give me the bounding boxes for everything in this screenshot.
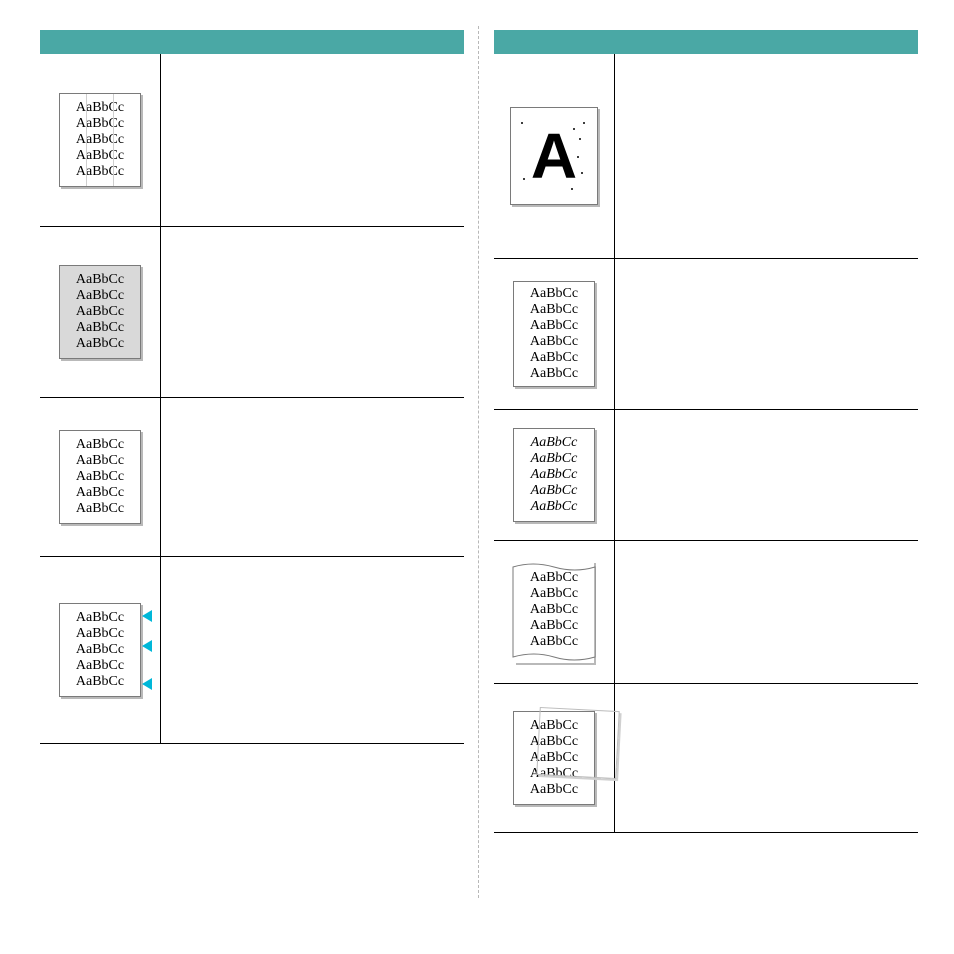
example-cell: AaBbCcAaBbCcAaBbCcAaBbCcAaBbCc	[494, 541, 615, 683]
right-table-body: AAaBbCcAaBbCcAaBbCcAaBbCcAaBbCcAaBbCcAaB…	[494, 54, 918, 833]
description-cell	[161, 557, 464, 743]
sample-text-line: AaBbCc	[530, 618, 578, 633]
table-row: AaBbCcAaBbCcAaBbCcAaBbCcAaBbCcAaBbCc	[494, 259, 918, 410]
sample-text-line: AaBbCc	[530, 766, 578, 782]
description-cell	[615, 54, 918, 258]
example-cell: AaBbCcAaBbCcAaBbCcAaBbCcAaBbCc	[494, 410, 615, 540]
example-cell: AaBbCcAaBbCcAaBbCcAaBbCcAaBbCc	[40, 557, 161, 743]
sample-text-line: AaBbCc	[530, 602, 578, 617]
swatch-dense: AaBbCcAaBbCcAaBbCcAaBbCcAaBbCcAaBbCc	[513, 281, 595, 387]
description-cell	[615, 684, 918, 832]
arrow-icon	[142, 678, 152, 690]
page-root: AaBbCcAaBbCcAaBbCcAaBbCcAaBbCcAaBbCcAaBb…	[0, 0, 954, 954]
swatch-gray-bg: AaBbCcAaBbCcAaBbCcAaBbCcAaBbCc	[59, 265, 141, 359]
swatch-wavy: AaBbCcAaBbCcAaBbCcAaBbCcAaBbCc	[514, 561, 594, 663]
sample-text-line: AaBbCc	[76, 132, 124, 148]
sample-text-line: AaBbCc	[530, 586, 578, 601]
table-row: AaBbCcAaBbCcAaBbCcAaBbCcAaBbCc	[494, 684, 918, 833]
sample-text-line: AaBbCc	[531, 499, 578, 515]
sample-text-line: AaBbCc	[76, 642, 124, 658]
sample-text-line: AaBbCc	[530, 782, 578, 798]
swatch-big-a: A	[510, 107, 598, 205]
swatch-italic: AaBbCcAaBbCcAaBbCcAaBbCcAaBbCc	[513, 428, 595, 522]
sample-text-line: AaBbCc	[530, 634, 578, 649]
sample-text-line: AaBbCc	[530, 570, 578, 585]
table-row: AaBbCcAaBbCcAaBbCcAaBbCcAaBbCc	[40, 54, 464, 227]
sample-text-line: AaBbCc	[530, 366, 578, 382]
description-cell	[161, 54, 464, 226]
table-row: AaBbCcAaBbCcAaBbCcAaBbCcAaBbCc	[494, 541, 918, 684]
big-letter: A	[531, 124, 577, 188]
sample-text-line: AaBbCc	[76, 437, 124, 453]
sample-text-line: AaBbCc	[530, 718, 578, 734]
sample-text-line: AaBbCc	[531, 451, 578, 467]
table-row: AaBbCcAaBbCcAaBbCcAaBbCcAaBbCc	[40, 398, 464, 557]
arrow-markers	[138, 610, 152, 690]
sample-text-line: AaBbCc	[76, 658, 124, 674]
sample-text-line: AaBbCc	[530, 350, 578, 366]
table-row: A	[494, 54, 918, 259]
table-row: AaBbCcAaBbCcAaBbCcAaBbCcAaBbCc	[40, 557, 464, 744]
swatch-arrows: AaBbCcAaBbCcAaBbCcAaBbCcAaBbCc	[59, 603, 141, 697]
sample-text-line: AaBbCc	[76, 453, 124, 469]
description-cell	[161, 227, 464, 397]
swatch-plain: AaBbCcAaBbCcAaBbCcAaBbCcAaBbCc	[59, 430, 141, 524]
sample-text-line: AaBbCc	[531, 435, 578, 451]
swatch-lines-vert: AaBbCcAaBbCcAaBbCcAaBbCcAaBbCc	[59, 93, 141, 187]
left-table-body: AaBbCcAaBbCcAaBbCcAaBbCcAaBbCcAaBbCcAaBb…	[40, 54, 464, 744]
right-column: AAaBbCcAaBbCcAaBbCcAaBbCcAaBbCcAaBbCcAaB…	[494, 30, 918, 833]
table-row: AaBbCcAaBbCcAaBbCcAaBbCcAaBbCc	[40, 227, 464, 398]
example-cell: AaBbCcAaBbCcAaBbCcAaBbCcAaBbCc	[494, 684, 615, 832]
example-cell: A	[494, 54, 615, 258]
sample-text-line: AaBbCc	[530, 734, 578, 750]
description-cell	[615, 410, 918, 540]
sample-text-line: AaBbCc	[76, 304, 124, 320]
sample-text-line: AaBbCc	[530, 334, 578, 350]
example-cell: AaBbCcAaBbCcAaBbCcAaBbCcAaBbCc	[40, 54, 161, 226]
sample-text-line: AaBbCc	[76, 626, 124, 642]
column-divider	[478, 26, 479, 898]
sample-text-line: AaBbCc	[76, 485, 124, 501]
sample-text-line: AaBbCc	[76, 116, 124, 132]
sample-text-line: AaBbCc	[76, 148, 124, 164]
arrow-icon	[142, 610, 152, 622]
example-cell: AaBbCcAaBbCcAaBbCcAaBbCcAaBbCc	[40, 227, 161, 397]
sample-text-line: AaBbCc	[530, 750, 578, 766]
sample-text-line: AaBbCc	[76, 288, 124, 304]
sample-text-line: AaBbCc	[530, 302, 578, 318]
right-header-band	[494, 30, 918, 54]
sample-text-line: AaBbCc	[76, 336, 124, 352]
sample-text-line: AaBbCc	[530, 318, 578, 334]
table-row: AaBbCcAaBbCcAaBbCcAaBbCcAaBbCc	[494, 410, 918, 541]
description-cell	[615, 541, 918, 683]
sample-text-line: AaBbCc	[76, 674, 124, 690]
sample-text-line: AaBbCc	[76, 320, 124, 336]
left-header-band	[40, 30, 464, 54]
arrow-icon	[142, 640, 152, 652]
left-column: AaBbCcAaBbCcAaBbCcAaBbCcAaBbCcAaBbCcAaBb…	[40, 30, 464, 744]
example-cell: AaBbCcAaBbCcAaBbCcAaBbCcAaBbCc	[40, 398, 161, 556]
description-cell	[161, 398, 464, 556]
example-cell: AaBbCcAaBbCcAaBbCcAaBbCcAaBbCcAaBbCc	[494, 259, 615, 409]
sample-text-line: AaBbCc	[76, 272, 124, 288]
sample-text-line: AaBbCc	[76, 501, 124, 517]
sample-text-line: AaBbCc	[76, 610, 124, 626]
description-cell	[615, 259, 918, 409]
sample-text-line: AaBbCc	[530, 286, 578, 302]
sample-text-line: AaBbCc	[76, 469, 124, 485]
sample-text-line: AaBbCc	[531, 467, 578, 483]
sample-text-line: AaBbCc	[531, 483, 578, 499]
sample-text-line: AaBbCc	[76, 164, 124, 180]
swatch-overlay: AaBbCcAaBbCcAaBbCcAaBbCcAaBbCc	[513, 711, 595, 805]
sample-text-line: AaBbCc	[76, 100, 124, 116]
